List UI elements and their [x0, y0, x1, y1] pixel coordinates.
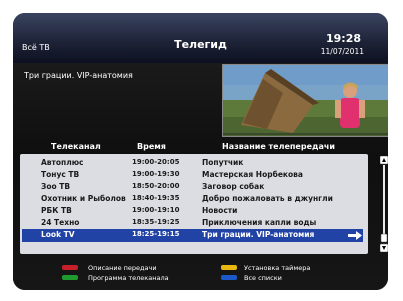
channel-name: Охотник и Рыболов [41, 194, 126, 203]
program-name: Новости [202, 206, 238, 215]
program-time: 18:35-19:25 [132, 218, 180, 226]
program-name: Добро пожаловать в джунгли [202, 194, 333, 203]
header-bar: Всё ТВ Телегид 19:28 11/07/2011 [13, 13, 388, 63]
list-item[interactable]: РБК ТВ 19:00-19:10 Новости [22, 205, 363, 217]
list-item[interactable]: Зоо ТВ 18:50-20:00 Заговор собак [22, 181, 363, 193]
legend-yellow-label: Установка таймера [244, 264, 311, 272]
list-item-selected[interactable]: Look TV 18:25-19:15 Три грации. VIP-анат… [22, 229, 363, 242]
scrollbar-graphic [379, 155, 388, 253]
program-time: 19:00-19:30 [132, 170, 180, 178]
list-item[interactable]: Тонус ТВ 19:00-19:30 Мастерская Норбеков… [22, 169, 363, 181]
program-name: Попутчик [202, 158, 244, 167]
program-time: 18:50-20:00 [132, 182, 180, 190]
channel-name: 24 Техно [41, 218, 80, 227]
channel-name: Автоплюс [41, 158, 84, 167]
channel-name: Тонус ТВ [41, 170, 80, 179]
video-preview [222, 64, 388, 137]
program-name: Три грации. VIP-анатомия [202, 230, 315, 239]
blue-key-icon[interactable] [221, 275, 237, 280]
program-time: 18:25-19:15 [132, 230, 180, 238]
video-preview-image [223, 65, 388, 136]
clock-date: 11/07/2011 [320, 47, 364, 56]
program-description-title: Три грации. VIP-анатомия [24, 71, 133, 80]
program-name: Заговор собак [202, 182, 265, 191]
channel-name: Зоо ТВ [41, 182, 71, 191]
legend-green-label: Программа телеканала [88, 274, 169, 282]
red-key-icon[interactable] [62, 265, 78, 270]
legend-blue-label: Все списки [244, 274, 282, 282]
program-name: Мастерская Норбекова [202, 170, 303, 179]
legend-red-label: Описание передачи [88, 264, 157, 272]
list-item[interactable]: 24 Техно 18:35-19:25 Приключения капли в… [22, 217, 363, 229]
column-header-time: Время [137, 142, 166, 151]
column-header-program: Название телепередачи [222, 142, 335, 151]
clock-time: 19:28 [325, 32, 361, 45]
yellow-key-icon[interactable] [221, 265, 237, 270]
program-time: 19:00-19:10 [132, 206, 180, 214]
channel-name: Look TV [41, 230, 75, 239]
program-name: Приключения капли воды [202, 218, 317, 227]
tv-screen: Всё ТВ Телегид 19:28 11/07/2011 Три грац… [13, 13, 388, 290]
program-time: 19:00-20:05 [132, 158, 180, 166]
scrollbar[interactable] [379, 155, 388, 253]
green-key-icon[interactable] [62, 275, 78, 280]
channel-name: РБК ТВ [41, 206, 72, 215]
program-time: 18:40-19:35 [132, 194, 180, 202]
list-item[interactable]: Автоплюс 19:00-20:05 Попутчик [22, 157, 363, 169]
arrow-right-icon [348, 231, 362, 240]
list-item[interactable]: Охотник и Рыболов 18:40-19:35 Добро пожа… [22, 193, 363, 205]
column-header-channel: Телеканал [51, 142, 101, 151]
